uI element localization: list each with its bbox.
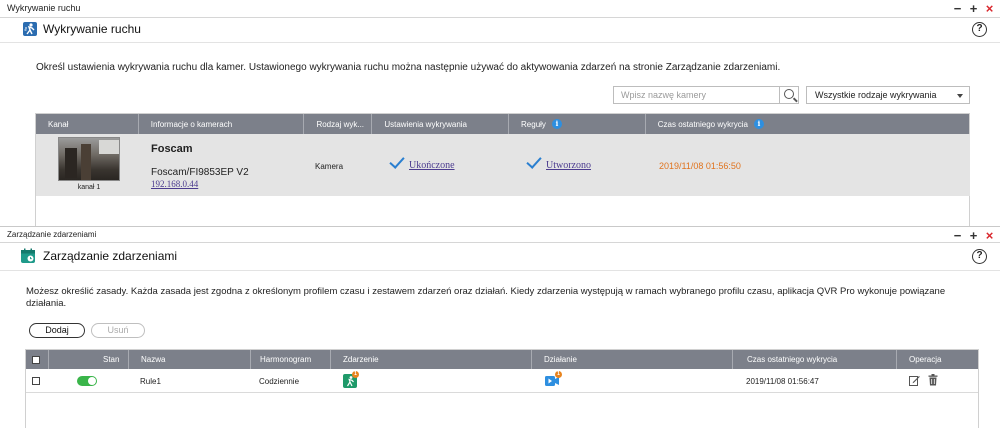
column-label: Czas ostatniego wykrycia [657, 119, 749, 129]
page-title: Wykrywanie ruchu [43, 22, 141, 36]
state-toggle[interactable] [77, 376, 97, 386]
action-count-badge: 1 [555, 371, 562, 378]
window-titlebar[interactable]: Zarządzanie zdarzeniami − + × [0, 227, 1000, 243]
edit-icon[interactable] [909, 375, 920, 386]
column-header-last-detection[interactable]: Czas ostatniego wykrycia i [646, 114, 969, 134]
row-checkbox[interactable] [32, 377, 40, 385]
channel-label: kanał 1 [77, 184, 101, 191]
description-line: działania. [26, 298, 67, 309]
column-label: Operacja [909, 355, 942, 364]
delete-button[interactable]: Usuń [91, 323, 145, 338]
camera-table: Kanał Informacje o kamerach Rodzaj wyk..… [35, 113, 970, 226]
column-label: Działanie [544, 355, 577, 364]
app-header: Zarządzanie zdarzeniami ? [0, 243, 1000, 271]
checkmark-icon [389, 153, 405, 169]
detection-type: Kamera [315, 162, 344, 171]
close-button[interactable]: × [983, 0, 996, 17]
column-header-detection-type[interactable]: Rodzaj wyk... [304, 114, 373, 134]
window-title: Zarządzanie zdarzeniami [7, 230, 97, 239]
column-label: Czas ostatniego wykrycia [747, 355, 838, 364]
maximize-button[interactable]: + [967, 0, 980, 17]
table-row[interactable]: kanał 1 Foscam Foscam/FI9853EP V2 192.16… [36, 134, 970, 196]
checkmark-icon [526, 153, 542, 169]
rule-name: Rule1 [140, 377, 161, 386]
help-icon[interactable]: ? [972, 249, 987, 264]
detection-settings-link[interactable]: Ukończone [409, 160, 455, 171]
description-line: Możesz określić zasady. Każda zasada jes… [26, 286, 946, 297]
column-header-channel[interactable]: Kanał [36, 114, 139, 134]
window-titlebar[interactable]: Wykrywanie ruchu − + × [0, 0, 1000, 18]
help-icon[interactable]: ? [972, 22, 987, 37]
app-header: Wykrywanie ruchu ? [0, 18, 1000, 43]
column-header-action[interactable]: Działanie [532, 350, 733, 369]
column-header-name[interactable]: Nazwa [129, 350, 251, 369]
info-icon[interactable]: i [754, 119, 765, 129]
column-header-schedule[interactable]: Harmonogram [251, 350, 331, 369]
event-count-badge: 1 [352, 371, 359, 378]
minimize-button[interactable]: − [951, 0, 964, 17]
column-header-detection-settings[interactable]: Ustawienia wykrywania [372, 114, 510, 134]
rules-link[interactable]: Utworzono [546, 160, 591, 171]
last-detection-time: 2019/11/08 01:56:50 [659, 161, 741, 171]
minimize-button[interactable]: − [951, 227, 964, 244]
dropdown-value: Wszystkie rodzaje wykrywania [815, 90, 937, 100]
column-header-state[interactable]: Stan [49, 350, 129, 369]
trash-icon[interactable] [928, 374, 938, 386]
search-icon[interactable] [784, 89, 794, 99]
motion-detection-window: Wykrywanie ruchu − + × Wykrywanie ruchu … [0, 0, 1000, 226]
window-title: Wykrywanie ruchu [7, 3, 81, 13]
column-header-event[interactable]: Zdarzenie [331, 350, 532, 369]
search-divider [779, 87, 780, 103]
table-header: Kanał Informacje o kamerach Rodzaj wyk..… [36, 114, 969, 134]
page-description: Możesz określić zasady. Każda zasada jes… [26, 286, 976, 310]
camera-ip-link[interactable]: 192.168.0.44 [151, 179, 198, 189]
maximize-button[interactable]: + [967, 227, 980, 244]
select-all-cell [26, 350, 49, 369]
info-icon[interactable]: i [551, 119, 562, 129]
column-label: Informacje o kamerach [150, 119, 233, 129]
select-all-checkbox[interactable] [32, 355, 40, 364]
rules-table: Stan Nazwa Harmonogram Zdarzenie Działan… [25, 349, 979, 428]
column-label: Harmonogram [260, 355, 312, 364]
motion-detection-icon [23, 22, 37, 36]
column-label: Rodzaj wyk... [316, 119, 365, 129]
column-label: Ustawienia wykrywania [384, 119, 468, 129]
camera-search-input[interactable]: Wpisz nazwę kamery [613, 86, 799, 104]
event-calendar-icon [21, 248, 35, 263]
close-button[interactable]: × [983, 227, 996, 244]
table-header: Stan Nazwa Harmonogram Zdarzenie Działan… [26, 350, 978, 369]
page-title: Zarządzanie zdarzeniami [43, 249, 178, 263]
camera-name: Foscam [151, 143, 193, 155]
camera-thumbnail[interactable] [58, 137, 120, 181]
column-label: Kanał [48, 119, 69, 129]
detection-type-dropdown[interactable]: Wszystkie rodzaje wykrywania [806, 86, 970, 104]
search-placeholder: Wpisz nazwę kamery [621, 90, 707, 100]
page-description: Określ ustawienia wykrywania ruchu dla k… [36, 62, 781, 73]
column-header-operation[interactable]: Operacja [897, 350, 978, 369]
add-button[interactable]: Dodaj [29, 323, 85, 338]
column-header-camera-info[interactable]: Informacje o kamerach [139, 114, 305, 134]
chevron-down-icon [957, 94, 963, 98]
column-label: Zdarzenie [343, 355, 379, 364]
rule-schedule: Codziennie [259, 377, 300, 386]
table-row[interactable]: Rule1 Codziennie 1 1 2019/11/08 01:56:47 [26, 369, 978, 393]
column-label: Stan [103, 355, 120, 364]
column-label: Nazwa [141, 355, 166, 364]
column-label: Reguły [521, 119, 546, 129]
last-detection-time: 2019/11/08 01:56:47 [746, 377, 819, 386]
column-header-rules[interactable]: Reguły i [509, 114, 646, 134]
column-header-last-detection[interactable]: Czas ostatniego wykrycia [733, 350, 897, 369]
event-management-window: Zarządzanie zdarzeniami − + × Zarządzani… [0, 226, 1000, 428]
camera-model: Foscam/FI9853EP V2 [151, 167, 249, 178]
